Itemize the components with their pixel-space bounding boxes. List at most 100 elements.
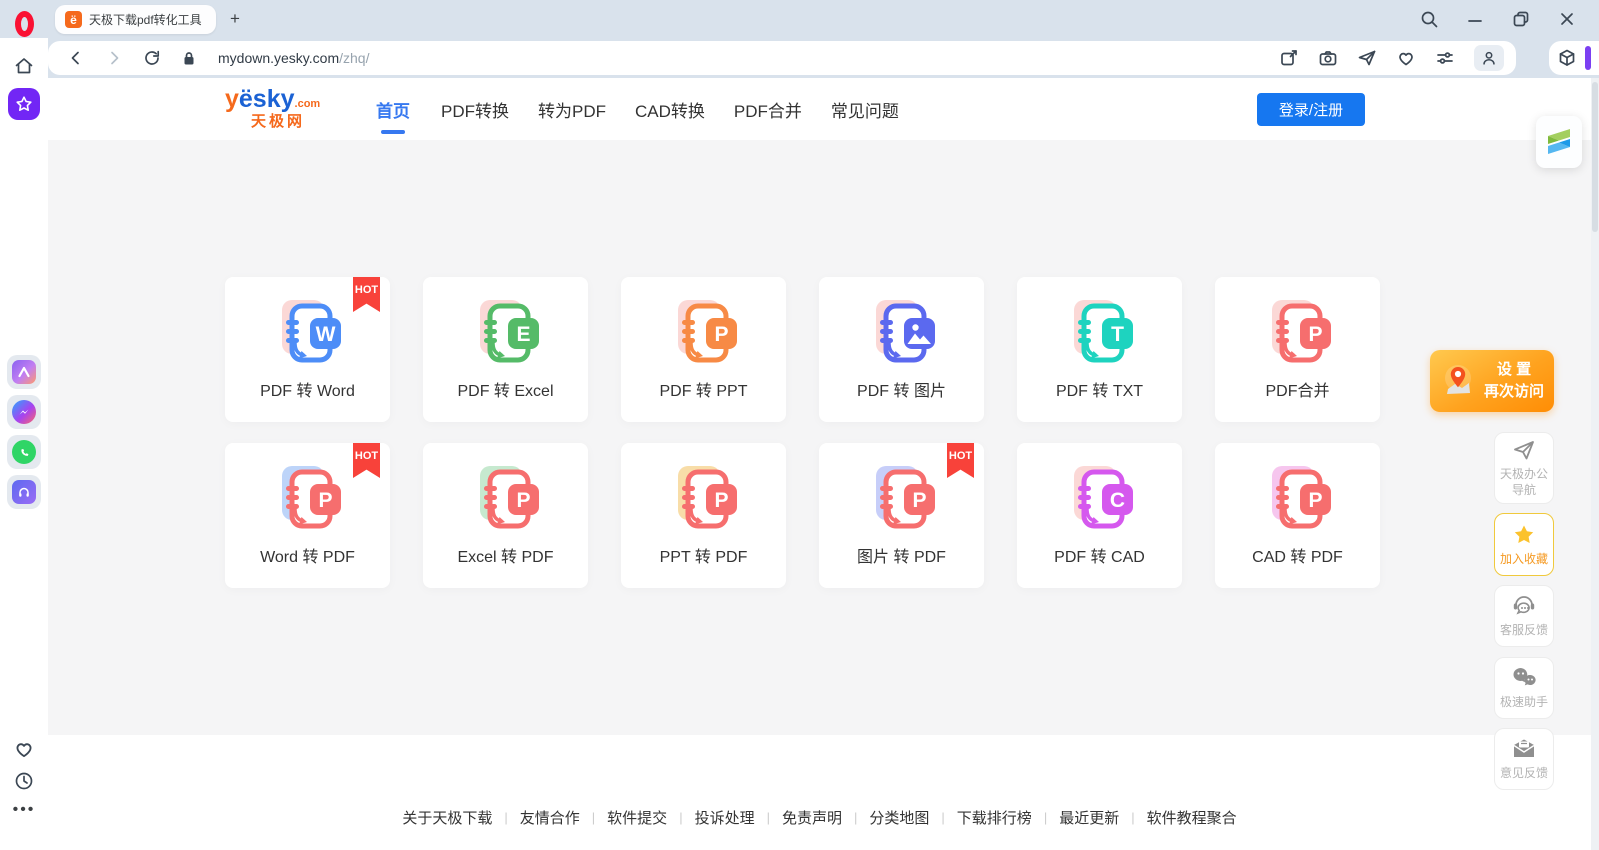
- conversion-icon: T: [1062, 292, 1138, 368]
- minimize-icon[interactable]: [1465, 9, 1485, 29]
- nav-item[interactable]: PDF转换: [441, 97, 509, 122]
- easy-setup-icon[interactable]: [1435, 48, 1455, 68]
- whatsapp-app-chip[interactable]: [7, 435, 41, 469]
- player-app-chip[interactable]: [7, 475, 41, 509]
- feedback-widget[interactable]: 意见反馈: [1494, 728, 1554, 790]
- conversion-card[interactable]: HOT P 图片 转 PDF: [819, 443, 984, 588]
- nav-item[interactable]: 转为PDF: [538, 97, 606, 122]
- conversion-card[interactable]: HOT W PDF 转 Word: [225, 277, 390, 422]
- conversion-card[interactable]: HOT P Word 转 PDF: [225, 443, 390, 588]
- site-header: yësky.com 天极网 首页 PDF转换 转为PDF CAD转换 PDF合并 常见问…: [48, 78, 1591, 140]
- close-icon[interactable]: [1557, 9, 1577, 29]
- footer-link[interactable]: 软件提交: [607, 807, 667, 828]
- bookmarks-heart-icon[interactable]: [13, 738, 35, 760]
- footer-link-item: 最近更新 |: [1059, 807, 1146, 828]
- back-icon[interactable]: [66, 48, 86, 68]
- conversion-card[interactable]: P CAD 转 PDF: [1215, 443, 1380, 588]
- url-path: /zhq/: [339, 50, 369, 66]
- browser-tab[interactable]: ë 天极下载pdf转化工具: [55, 5, 216, 34]
- browser-toolbar: mydown.yesky.com/zhq/: [0, 38, 1599, 78]
- snapshot-camera-icon[interactable]: [1318, 48, 1338, 68]
- window-controls: [1419, 0, 1577, 38]
- customer-service-widget[interactable]: 客服反馈: [1494, 585, 1554, 647]
- svg-text:P: P: [912, 489, 926, 512]
- tab-title: 天极下载pdf转化工具: [89, 11, 202, 28]
- my-flow-icon[interactable]: [1357, 48, 1377, 68]
- messenger-icon: [12, 400, 36, 424]
- add-favorite-widget[interactable]: 加入收藏: [1494, 513, 1554, 576]
- conversion-card[interactable]: P PPT 转 PDF: [621, 443, 786, 588]
- headset-chat-icon: [1510, 593, 1538, 619]
- sidebar-more-icon[interactable]: •••: [13, 801, 36, 819]
- nav-item-home[interactable]: 首页: [374, 97, 412, 122]
- footer-link[interactable]: 关于天极下载: [402, 807, 492, 828]
- pinboard-icon[interactable]: [1279, 48, 1299, 68]
- yesky-logo[interactable]: yësky.com 天极网: [225, 87, 320, 129]
- pinboards-button[interactable]: [8, 88, 40, 120]
- footer-link[interactable]: 免责声明: [782, 807, 842, 828]
- search-icon[interactable]: [1419, 9, 1439, 29]
- footer-link[interactable]: 分类地图: [869, 807, 929, 828]
- conversion-card[interactable]: T PDF 转 TXT: [1017, 277, 1182, 422]
- address-bar[interactable]: mydown.yesky.com/zhq/: [48, 41, 1516, 75]
- bookmark-heart-icon[interactable]: [1396, 48, 1416, 68]
- footer-link-item: 软件教程聚合|: [1147, 807, 1237, 828]
- scrollbar-thumb[interactable]: [1592, 82, 1598, 232]
- conversion-icon: W: [270, 292, 346, 368]
- sidebar-panel-toggle[interactable]: [1585, 46, 1591, 70]
- login-register-button[interactable]: 登录/注册: [1257, 93, 1365, 126]
- home-icon[interactable]: [13, 55, 35, 77]
- page-scrollbar[interactable]: [1591, 78, 1599, 850]
- svg-text:P: P: [318, 489, 332, 512]
- nav-item[interactable]: 常见问题: [831, 97, 899, 122]
- conversion-card[interactable]: C PDF 转 CAD: [1017, 443, 1182, 588]
- messenger-app-chip[interactable]: [7, 395, 41, 429]
- profile-button[interactable]: [1474, 45, 1504, 71]
- conversion-card-label: PDF 转 TXT: [1056, 377, 1143, 401]
- forward-icon[interactable]: [104, 48, 124, 68]
- conversion-card[interactable]: PDF 转 图片: [819, 277, 984, 422]
- svg-text:P: P: [1308, 323, 1322, 346]
- footer-link-item: 软件提交|: [607, 807, 694, 828]
- footer-link-item: 分类地图|: [869, 807, 956, 828]
- conversion-card[interactable]: P PDF 转 PPT: [621, 277, 786, 422]
- nav-item[interactable]: CAD转换: [635, 97, 705, 122]
- svg-text:T: T: [1111, 323, 1124, 346]
- nav-item[interactable]: PDF合并: [734, 97, 802, 122]
- conversion-card-label: CAD 转 PDF: [1252, 543, 1343, 567]
- footer-link-item: 投诉处理|: [695, 807, 782, 828]
- extensions-cube-icon[interactable]: [1557, 48, 1577, 68]
- speed-assistant-widget[interactable]: 极速助手: [1494, 657, 1554, 719]
- footer-link[interactable]: 下载排行榜: [957, 807, 1032, 828]
- extensions-pill[interactable]: [1549, 41, 1599, 75]
- conversion-card[interactable]: P Excel 转 PDF: [423, 443, 588, 588]
- reload-icon[interactable]: [142, 48, 162, 68]
- conversion-icon: E: [468, 292, 544, 368]
- conversion-card-label: PDF 转 Word: [260, 377, 355, 401]
- footer-link-item: 关于天极下载|: [402, 807, 519, 828]
- conversion-card[interactable]: E PDF 转 Excel: [423, 277, 588, 422]
- footer-links: 关于天极下载| 友情合作| 软件提交| 投诉处理| 免责声明| 分类地图| 下载…: [48, 807, 1591, 828]
- history-clock-icon[interactable]: [13, 770, 35, 792]
- conversion-card-label: Excel 转 PDF: [457, 543, 553, 567]
- restore-icon[interactable]: [1511, 9, 1531, 29]
- footer-separator: |: [1131, 810, 1134, 825]
- footer-link[interactable]: 软件教程聚合: [1147, 807, 1237, 828]
- footer-link[interactable]: 投诉处理: [695, 807, 755, 828]
- svg-text:P: P: [714, 489, 728, 512]
- tab-favicon: ë: [65, 11, 82, 28]
- star-icon: [1511, 522, 1537, 548]
- hot-badge: HOT: [353, 443, 380, 478]
- conversion-card-label: PDF 转 图片: [857, 377, 946, 401]
- floating-s-logo[interactable]: [1536, 116, 1582, 168]
- aria-app-chip[interactable]: [7, 355, 41, 389]
- set-revisit-banner[interactable]: 设 置 再次访问: [1430, 350, 1554, 412]
- url-text[interactable]: mydown.yesky.com/zhq/: [218, 50, 1261, 66]
- conversion-icon: P: [1260, 292, 1336, 368]
- new-tab-button[interactable]: +: [224, 8, 246, 30]
- conversion-card[interactable]: P PDF合并: [1215, 277, 1380, 422]
- office-nav-widget[interactable]: 天极办公导航: [1494, 432, 1554, 504]
- opera-logo[interactable]: [15, 11, 34, 37]
- footer-link[interactable]: 最近更新: [1059, 807, 1119, 828]
- footer-link[interactable]: 友情合作: [520, 807, 580, 828]
